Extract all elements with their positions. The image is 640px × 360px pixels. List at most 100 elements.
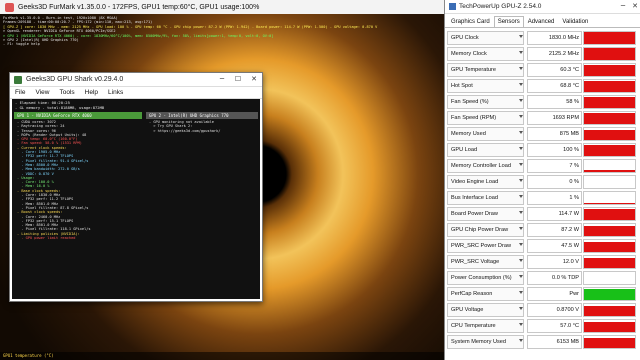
sensor-row: Fan Speed (RPM) 1693 RPM [447,111,636,125]
menu-file[interactable]: File [15,89,25,96]
sensor-graph-fill [584,288,635,300]
close-icon[interactable]: ✕ [629,0,640,13]
sensor-row: Power Consumption (%) 0.0 % TDP [447,271,636,285]
sensor-value: 57.0 °C [527,319,582,333]
tab-advanced[interactable]: Advanced [524,16,559,27]
furmark-title-bar[interactable]: Geeks3D FurMark v1.35.0.0 - 172FPS, GPU1… [0,0,444,15]
sensor-label: GPU Clock [447,31,524,45]
sensor-dropdown-icon[interactable] [519,163,523,166]
sensor-label: PerfCap Reason [447,287,524,301]
sensor-label: Video Engine Load [447,175,524,189]
sensor-graph [583,239,636,253]
sensor-graph-fill [584,203,635,204]
gpu-shark-window: Geeks3D GPU Shark v0.29.4.0 ─ ☐ ✕ File V… [9,72,263,302]
sensor-dropdown-icon[interactable] [519,211,523,214]
sensor-dropdown-icon[interactable] [519,99,523,102]
sensor-label: Fan Speed (RPM) [447,111,524,125]
sensor-label: Power Consumption (%) [447,271,524,285]
tab-validation[interactable]: Validation [558,16,592,27]
sensor-dropdown-icon[interactable] [519,243,523,246]
sensor-dropdown-icon[interactable] [519,323,523,326]
close-icon[interactable]: ✕ [246,73,262,86]
sensor-value: 60.3 °C [527,63,582,77]
sensor-dropdown-icon[interactable] [519,67,523,70]
sensor-graph [583,31,636,45]
sensor-label: System Memory Used [447,335,524,349]
sensor-row: Video Engine Load 0 % [447,175,636,189]
sensor-value: 7 % [527,159,582,173]
sensor-dropdown-icon[interactable] [519,179,523,182]
menu-help[interactable]: Help [85,89,98,96]
menu-view[interactable]: View [35,89,49,96]
sensor-dropdown-icon[interactable] [519,195,523,198]
sensor-dropdown-icon[interactable] [519,291,523,294]
sensor-graph [583,319,636,333]
sensor-value: 47.5 W [527,239,582,253]
sensor-row: Board Power Draw 114.7 W [447,207,636,221]
minimize-icon[interactable]: ─ [617,0,629,13]
sensor-graph [583,335,636,349]
sensor-value: 0.0 % TDP [527,271,582,285]
sensor-graph-fill [584,81,635,92]
gpu1-detail-line: - GPU power limit reached [17,236,76,241]
sensor-graph-fill [584,258,635,268]
sensor-dropdown-icon[interactable] [519,307,523,310]
sensor-dropdown-icon[interactable] [519,339,523,342]
sensor-row: GPU Voltage 0.8700 V [447,303,636,317]
sensor-graph [583,271,636,285]
gpu1-panel: GPU 1 - NVIDIA GeForce RTX 4060 - CUDA c… [14,112,142,299]
sensor-dropdown-icon[interactable] [519,131,523,134]
sensor-dropdown-icon[interactable] [519,51,523,54]
sensor-label: Board Power Draw [447,207,524,221]
sensor-row: Bus Interface Load 1 % [447,191,636,205]
sensor-label: CPU Temperature [447,319,524,333]
sensor-dropdown-icon[interactable] [519,227,523,230]
sensor-dropdown-icon[interactable] [519,35,523,38]
gpuz-window-title: TechPowerUp GPU-Z 2.54.0 [459,3,542,10]
sensor-graph-fill [584,225,635,236]
maximize-icon[interactable]: ☐ [230,73,246,86]
sensor-graph [583,207,636,221]
sensor-graph-fill [584,144,635,156]
furmark-hud: FurMark v1.35.0.0 - Burn-in test, 1920x1… [3,16,377,47]
sensor-dropdown-icon[interactable] [519,259,523,262]
sensor-graph [583,303,636,317]
sensor-row: PWR_SRC Power Draw 47.5 W [447,239,636,253]
sensor-row: GPU Temperature 60.3 °C [447,63,636,77]
gpu-shark-menu-bar: File View Tools Help Links [10,87,262,99]
tab-sensors[interactable]: Sensors [493,16,524,27]
furmark-window-title: Geeks3D FurMark v1.35.0.0 - 172FPS, GPU1… [18,3,260,11]
sensor-value: 68.8 °C [527,79,582,93]
sensor-graph-fill [584,321,635,332]
gpu-shark-window-title: Geeks3D GPU Shark v0.29.4.0 [26,76,124,83]
sensor-graph-fill [584,129,635,140]
sensor-graph [583,223,636,237]
sensor-graph-fill [584,209,635,220]
sensor-row: PWR_SRC Voltage 12.0 V [447,255,636,269]
tab-graphics-card[interactable]: Graphics Card [447,16,494,27]
sensor-row: GPU Chip Power Draw 87.2 W [447,223,636,237]
menu-links[interactable]: Links [108,89,123,96]
sensor-dropdown-icon[interactable] [519,147,523,150]
sensor-graph-fill [584,97,635,108]
gpu-shark-console: - Elapsed time: 00:20:25 - GL memory - t… [12,99,260,299]
sensor-graph [583,255,636,269]
gpu1-details: - CUDA cores: 3072- Raytracing cores: 24… [14,119,142,241]
sensor-label: GPU Chip Power Draw [447,223,524,237]
sensor-graph [583,191,636,205]
sensor-dropdown-icon[interactable] [519,115,523,118]
sensor-row: System Memory Used 6153 MB [447,335,636,349]
menu-tools[interactable]: Tools [59,89,74,96]
sensor-label: PWR_SRC Voltage [447,255,524,269]
gpuz-title-bar[interactable]: TechPowerUp GPU-Z 2.54.0 ─ ✕ [445,0,640,14]
gpu1-header: GPU 1 - NVIDIA GeForce RTX 4060 [14,112,142,119]
hud-line: - F1: toggle help [3,42,40,47]
gpu-shark-app-icon [14,75,22,84]
sensor-graph [583,159,636,173]
gpu-shark-title-bar[interactable]: Geeks3D GPU Shark v0.29.4.0 ─ ☐ ✕ [10,73,262,87]
minimize-icon[interactable]: ─ [214,73,230,86]
sensor-dropdown-icon[interactable] [519,275,523,278]
gpu2-header: GPU 2 - Intel(R) UHD Graphics 770 [146,112,258,119]
sensor-value: 58 % [527,95,582,109]
sensor-dropdown-icon[interactable] [519,83,523,86]
